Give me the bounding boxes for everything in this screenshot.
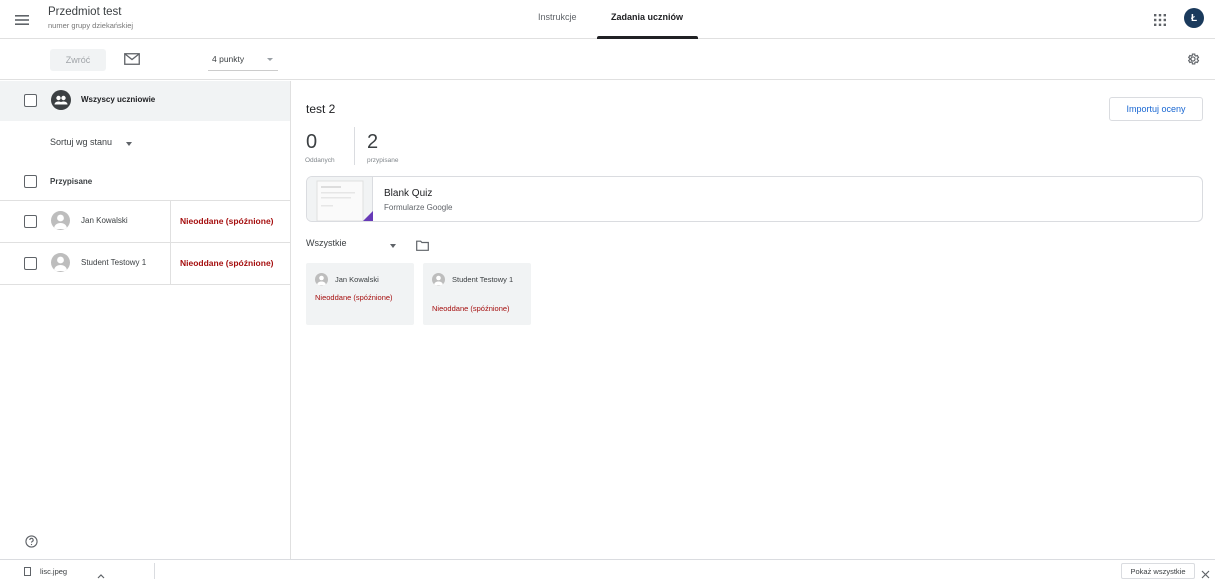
- card-status: Nieoddane (spóźnione): [315, 293, 393, 302]
- card-status: Nieoddane (spóźnione): [432, 304, 510, 313]
- student-work-card[interactable]: Jan Kowalski Nieoddane (spóźnione): [306, 263, 414, 325]
- assigned-group-label: Przypisane: [50, 177, 93, 186]
- classroom-page: Przedmiot test numer grupy dziekańskiej …: [0, 0, 1215, 581]
- turned-in-count: 0: [306, 131, 318, 153]
- all-students-row[interactable]: Wszyscy uczniowie: [0, 81, 290, 121]
- student-status: Nieoddane (spóźnione): [180, 258, 274, 268]
- download-file-name[interactable]: lisc.jpeg: [40, 567, 67, 576]
- chevron-down-icon[interactable]: [267, 58, 273, 61]
- folder-icon[interactable]: [416, 238, 430, 251]
- grading-toolbar: Zwróć 4 punkty: [0, 40, 1215, 80]
- assignment-title: test 2: [306, 102, 336, 116]
- return-button[interactable]: Zwróć: [50, 49, 106, 71]
- student-list-panel: Wszyscy uczniowie Sortuj wg stanu Przypi…: [0, 81, 291, 559]
- avatar: [51, 253, 70, 272]
- close-icon[interactable]: [1201, 566, 1210, 579]
- student-name: Jan Kowalski: [81, 216, 128, 225]
- email-icon[interactable]: [124, 52, 140, 66]
- top-app-bar: Przedmiot test numer grupy dziekańskiej …: [0, 0, 1215, 39]
- import-grades-button[interactable]: Importuj oceny: [1109, 97, 1203, 121]
- avatar: [432, 273, 445, 286]
- turned-in-label: Oddanych: [305, 157, 335, 164]
- student-work-card[interactable]: Student Testowy 1 Nieoddane (spóźnione): [423, 263, 531, 325]
- downloads-bar: lisc.jpeg Pokaż wszystkie: [0, 559, 1215, 581]
- main-menu-icon[interactable]: [10, 8, 34, 32]
- tab-student-work[interactable]: Zadania uczniów: [611, 12, 683, 22]
- account-avatar[interactable]: Ł: [1184, 8, 1204, 28]
- apps-grid-icon[interactable]: [1150, 10, 1170, 30]
- avatar: [51, 211, 70, 230]
- filter-dropdown[interactable]: Wszystkie: [306, 238, 347, 248]
- points-dropdown[interactable]: 4 punkty: [212, 54, 244, 64]
- divider: [154, 563, 155, 579]
- card-student-name: Student Testowy 1: [452, 275, 514, 284]
- student-row[interactable]: Student Testowy 1 Nieoddane (spóźnione): [0, 243, 290, 284]
- divider: [0, 284, 290, 285]
- student-name: Student Testowy 1: [81, 258, 147, 267]
- assigned-label: przypisane: [367, 157, 399, 164]
- column-divider: [170, 201, 171, 242]
- select-all-checkbox[interactable]: [24, 94, 37, 107]
- avatar: [315, 273, 328, 286]
- assignment-overview-panel: test 2 Importuj oceny 0 Oddanych 2 przyp…: [292, 81, 1215, 559]
- attachment-subtitle: Formularze Google: [384, 203, 453, 212]
- student-checkbox[interactable]: [24, 257, 37, 270]
- gear-icon[interactable]: [1186, 52, 1202, 68]
- file-icon: [24, 567, 31, 576]
- student-status: Nieoddane (spóźnione): [180, 216, 274, 226]
- show-all-downloads-button[interactable]: Pokaż wszystkie: [1121, 563, 1195, 579]
- group-icon: [51, 90, 71, 110]
- course-subtitle: numer grupy dziekańskiej: [48, 21, 134, 30]
- assigned-group-checkbox[interactable]: [24, 175, 37, 188]
- chevron-down-icon[interactable]: [126, 142, 132, 146]
- student-row[interactable]: Jan Kowalski Nieoddane (spóźnione): [0, 201, 290, 242]
- card-student-name: Jan Kowalski: [335, 275, 379, 284]
- stat-divider: [354, 127, 355, 165]
- attachment-title: Blank Quiz: [384, 188, 433, 199]
- all-students-label: Wszyscy uczniowie: [81, 95, 156, 104]
- form-thumbnail: [307, 177, 373, 221]
- dropdown-underline: [208, 70, 278, 71]
- chevron-up-icon[interactable]: [96, 567, 106, 579]
- assigned-count: 2: [367, 131, 379, 153]
- attachment-card[interactable]: Blank Quiz Formularze Google: [306, 176, 1203, 222]
- active-tab-indicator: [597, 36, 698, 39]
- student-checkbox[interactable]: [24, 215, 37, 228]
- help-icon[interactable]: [25, 535, 39, 549]
- sort-dropdown[interactable]: Sortuj wg stanu: [50, 137, 112, 147]
- course-title[interactable]: Przedmiot test: [48, 6, 122, 18]
- tab-instructions[interactable]: Instrukcje: [538, 12, 577, 22]
- column-divider: [170, 243, 171, 284]
- chevron-down-icon[interactable]: [390, 244, 396, 248]
